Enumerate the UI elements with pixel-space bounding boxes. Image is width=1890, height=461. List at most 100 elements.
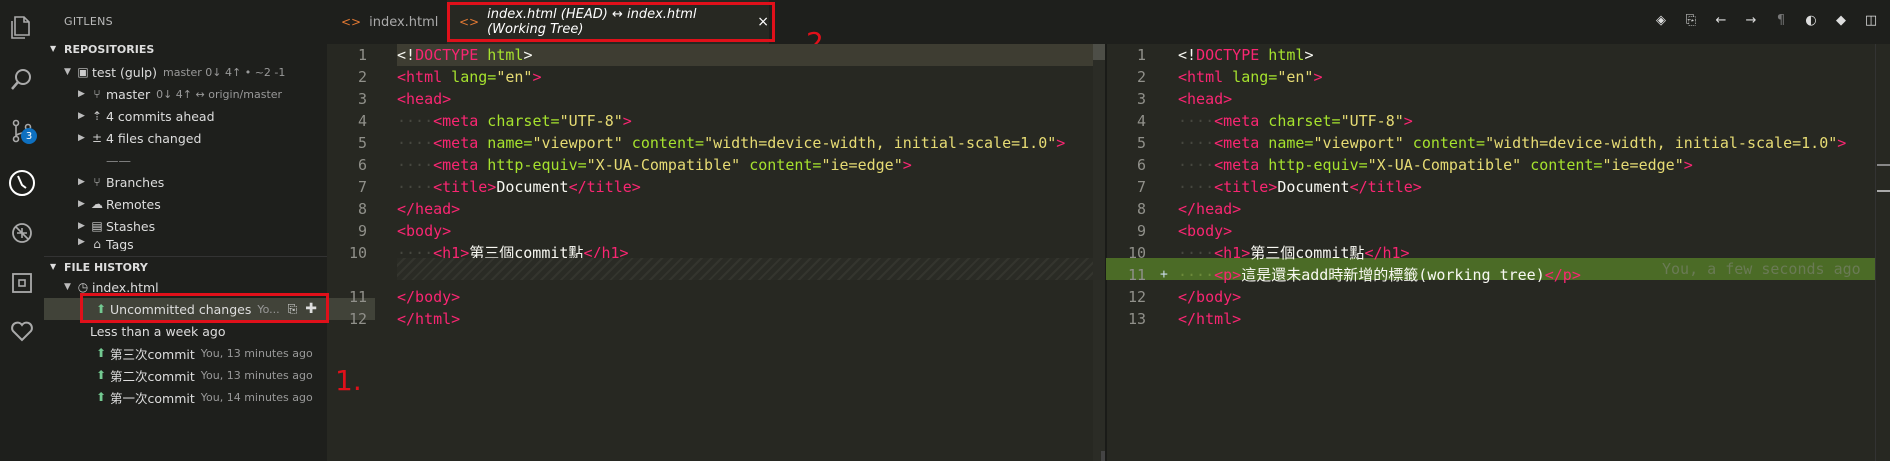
code-line: <html lang="en">: [1178, 68, 1323, 86]
line-number: 1: [1136, 46, 1146, 64]
stashes-item[interactable]: ▶ ▤ Stashes: [44, 215, 361, 237]
code-line: ····<meta charset="UTF-8">: [1178, 112, 1413, 130]
diff-icon: ±: [91, 131, 103, 145]
commit-label: 第一次commit: [110, 390, 195, 406]
chevron-right-icon: ▶: [78, 237, 85, 247]
line-number: 12: [348, 310, 367, 328]
code-file-icon: <>: [341, 15, 362, 29]
history-group-label: Less than a week ago: [90, 323, 226, 339]
commit-icon: ⬆: [95, 390, 107, 404]
right-editor[interactable]: 1 <!DOCTYPE html> 2 <html lang="en"> 3 <head>…: [1106, 44, 1876, 461]
line-number: 5: [357, 134, 367, 152]
chevron-down-icon: ▼: [64, 67, 71, 77]
scroll-thumb[interactable]: [1093, 44, 1105, 60]
commit-icon: ⬆: [95, 346, 107, 360]
repositories-section-header[interactable]: ▼ REPOSITORIES: [44, 42, 327, 62]
code-line: </body>: [1178, 288, 1242, 306]
repo-icon: ▣: [77, 65, 89, 79]
chevron-right-icon: ▶: [78, 133, 85, 143]
line-number: 9: [1136, 222, 1146, 240]
line-number: 7: [357, 178, 367, 196]
activity-bar: 3: [0, 0, 44, 461]
branch-name: master: [106, 86, 151, 102]
right-scrollbar[interactable]: [1875, 44, 1890, 461]
code-line: <body>: [1178, 222, 1233, 240]
commit-item[interactable]: ⬆ 第三次commit You, 13 minutes ago: [44, 342, 375, 364]
arrow-right-icon[interactable]: →: [1742, 12, 1760, 30]
code-line: <head>: [397, 90, 452, 108]
line-number: 8: [357, 200, 367, 218]
chevron-down-icon: ▼: [50, 262, 57, 271]
branch-icon: ⑂: [93, 87, 101, 101]
code-line: </head>: [1178, 200, 1242, 218]
debug-icon[interactable]: [5, 216, 39, 250]
tags-label: Tags: [106, 237, 134, 251]
pilcrow-icon[interactable]: ¶: [1772, 12, 1790, 30]
code-line: ····<meta http-equiv="X-UA-Compatible" c…: [1178, 156, 1693, 174]
chevron-right-icon: ▶: [78, 89, 85, 99]
branch-desc: 0↓ 4↑ ↔ origin/master: [156, 87, 283, 101]
annotation-box-1: [80, 293, 329, 323]
git-history-icon[interactable]: ◆: [1832, 12, 1850, 30]
repo-desc: master 0↓ 4↑ • ~2 -1: [163, 65, 286, 79]
open-file-icon[interactable]: ⎘: [1682, 12, 1700, 30]
tab-index-html[interactable]: <> index.html: [327, 0, 443, 44]
line-number: 2: [357, 68, 367, 86]
chevron-down-icon: ▼: [64, 282, 71, 292]
remotes-label: Remotes: [106, 196, 161, 212]
line-number: 10: [348, 244, 367, 262]
line-number: 1: [357, 46, 367, 64]
files-changed-item[interactable]: ▶ ± 4 files changed: [44, 127, 361, 149]
branches-item[interactable]: ▶ ⑂ Branches: [44, 171, 361, 193]
split-editor-icon[interactable]: ◫: [1862, 12, 1880, 30]
archive-icon: ▤: [91, 219, 103, 233]
chevron-right-icon: ▶: [78, 111, 85, 121]
left-scrollbar[interactable]: [1093, 44, 1105, 461]
line-number: 6: [1136, 156, 1146, 174]
scroll-marker: [1877, 190, 1890, 192]
code-line: ····<meta http-equiv="X-UA-Compatible" c…: [397, 156, 912, 174]
line-number: 12: [1127, 288, 1146, 306]
line-number: 4: [1136, 112, 1146, 130]
code-line: </html>: [397, 310, 461, 328]
line-number: 11: [348, 288, 367, 306]
annotation-box-2: [447, 2, 775, 42]
code-line: ····<h1>第三個commit點</h1>: [1178, 244, 1410, 262]
line-number: 2: [1136, 68, 1146, 86]
tags-item[interactable]: ▶ ⌂ Tags: [44, 237, 361, 251]
code-line: ····<p>這是還未add時新增的標籤(working tree)</p>: [1178, 266, 1581, 284]
explorer-icon[interactable]: [5, 10, 39, 44]
commits-ahead-label: 4 commits ahead: [106, 108, 215, 124]
chevron-right-icon: ▶: [78, 221, 85, 231]
line-number: 4: [357, 112, 367, 130]
branch-item[interactable]: ▶ ⑂ master 0↓ 4↑ ↔ origin/master: [44, 83, 361, 105]
line-number: 6: [357, 156, 367, 174]
code-line: ····<meta name="viewport" content="width…: [397, 134, 1066, 152]
stashes-label: Stashes: [106, 218, 156, 234]
code-line: <body>: [397, 222, 452, 240]
chevron-right-icon: ▶: [78, 177, 85, 187]
line-number: 5: [1136, 134, 1146, 152]
commit-desc: You, 14 minutes ago: [200, 390, 313, 404]
search-icon[interactable]: [5, 62, 39, 96]
blame-annotation: You, a few seconds ago: [1662, 260, 1861, 278]
remotes-item[interactable]: ▶ ☁ Remotes: [44, 193, 361, 215]
code-line: ····<meta charset="UTF-8">: [397, 112, 632, 130]
history-icon: ◷: [77, 280, 89, 294]
commits-ahead-item[interactable]: ▶ ⇡ 4 commits ahead: [44, 105, 361, 127]
extensions-icon[interactable]: [5, 266, 39, 300]
line-number: 8: [1136, 200, 1146, 218]
heart-icon[interactable]: [5, 314, 39, 348]
gitlens-icon[interactable]: [5, 166, 39, 200]
left-editor[interactable]: 1 <!DOCTYPE html> 2 <html lang="en"> 3 <head>…: [327, 44, 1105, 461]
chevron-right-icon: ▶: [78, 199, 85, 209]
commit-item[interactable]: ⬆ 第一次commit You, 14 minutes ago: [44, 386, 375, 408]
line-number: 7: [1136, 178, 1146, 196]
commit-desc: You, 13 minutes ago: [200, 346, 313, 360]
arrow-left-icon[interactable]: ←: [1712, 12, 1730, 30]
code-line: <head>: [1178, 90, 1233, 108]
inline-diff-icon[interactable]: ◐: [1802, 12, 1820, 30]
commit-item[interactable]: ⬆ 第二次commit You, 13 minutes ago: [44, 364, 375, 386]
git-compare-icon[interactable]: ◈: [1652, 12, 1670, 30]
repo-item[interactable]: ▼ ▣ test (gulp) master 0↓ 4↑ • ~2 -1: [44, 61, 347, 83]
